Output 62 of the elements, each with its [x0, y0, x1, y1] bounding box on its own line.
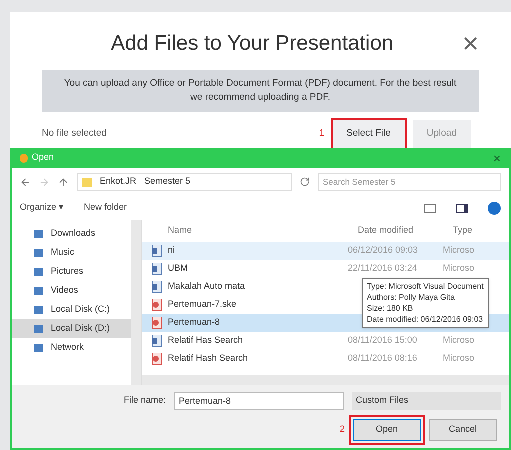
dialog-title: Add Files to Your Presentation	[110, 31, 395, 57]
toolbar-button[interactable]: New folder	[84, 201, 128, 215]
window-title: Open	[32, 151, 56, 164]
tooltip-line: Authors: Polly Maya Gita	[367, 292, 456, 303]
file-name-label: File name:	[124, 394, 166, 408]
file-status: No file selected	[42, 127, 108, 141]
sidebar-item[interactable]: Pictures	[12, 262, 141, 281]
info-message: You can upload any Office or Portable Document Format (PDF) document. For the best result we recommend uploading a PDF.	[42, 70, 479, 112]
file-date: 22/11/2016 03:24	[348, 263, 418, 274]
file-type: Microso	[443, 352, 475, 366]
file-name-field[interactable]: Pertemuan-8	[174, 392, 344, 410]
back-icon[interactable]	[20, 176, 31, 188]
tooltip-line: Date modified: 06/12/2016 09:03	[367, 314, 484, 325]
preview-pane-icon[interactable]	[456, 204, 468, 212]
pdf-file-icon	[152, 299, 163, 311]
file-name[interactable]: Makalah Auto mata	[168, 281, 246, 292]
pdf-file-icon	[152, 317, 163, 329]
column-header[interactable]: Name	[168, 224, 358, 238]
file-name[interactable]: Pertemuan-7.ske	[168, 299, 237, 310]
up-icon[interactable]	[58, 176, 69, 188]
file-name[interactable]: ni	[168, 245, 176, 256]
breadcrumb-item[interactable]: Enkot.JR	[100, 175, 137, 189]
file-type: Microso	[443, 244, 475, 258]
sidebar-item[interactable]: Music	[12, 243, 141, 262]
scrollbar[interactable]	[131, 220, 141, 385]
sidebar-item[interactable]: Network	[12, 338, 141, 357]
upload-button[interactable]: Select File	[332, 120, 405, 148]
tooltip-line: Size: 180 KB	[367, 303, 414, 314]
file-type: Microso	[443, 334, 475, 348]
file-date: 06/12/2016 09:03	[348, 245, 418, 256]
file-name[interactable]: Pertemuan-8	[168, 317, 220, 328]
horizontal-scrollbar[interactable]	[142, 375, 509, 385]
tooltip-line: Type: Microsoft Visual Document	[367, 281, 484, 292]
file-date: 08/11/2016 15:00	[348, 335, 418, 346]
pdf-file-icon	[152, 353, 163, 365]
folder-icon	[82, 178, 92, 186]
toolbar-button[interactable]: Organize ▾	[20, 201, 64, 215]
document-icon	[152, 245, 163, 257]
sidebar-item[interactable]: Downloads	[12, 224, 141, 243]
sidebar-item[interactable]: Local Disk (C:)	[12, 300, 141, 319]
file-name[interactable]: UBM	[168, 263, 188, 274]
column-header[interactable]: Date modified	[358, 224, 453, 238]
file-name[interactable]: Relatif Hash Search	[168, 353, 248, 364]
column-header[interactable]: Type	[453, 224, 473, 238]
file-name[interactable]: Relatif Has Search	[168, 335, 244, 346]
step-marker: 1	[319, 127, 325, 141]
breadcrumb-item[interactable]: Semester 5	[144, 175, 191, 189]
refresh-icon[interactable]	[300, 177, 310, 187]
address-bar[interactable]: Enkot.JR Semester 5	[77, 173, 292, 191]
dialog-button[interactable]: Cancel	[429, 419, 497, 441]
close-button[interactable]: ×	[462, 30, 479, 58]
view-icon[interactable]	[424, 204, 436, 212]
document-icon	[152, 263, 163, 275]
step-marker: 2	[340, 423, 345, 436]
app-icon	[20, 154, 28, 162]
file-type: Microso	[443, 262, 475, 276]
document-icon	[152, 335, 163, 347]
sidebar-item[interactable]: Videos	[12, 281, 141, 300]
search-field[interactable]: Search Semester 5	[318, 173, 501, 191]
document-icon	[152, 281, 163, 293]
file-type-dropdown[interactable]: Custom Files	[352, 392, 501, 410]
file-date: 08/11/2016 08:16	[348, 353, 418, 364]
